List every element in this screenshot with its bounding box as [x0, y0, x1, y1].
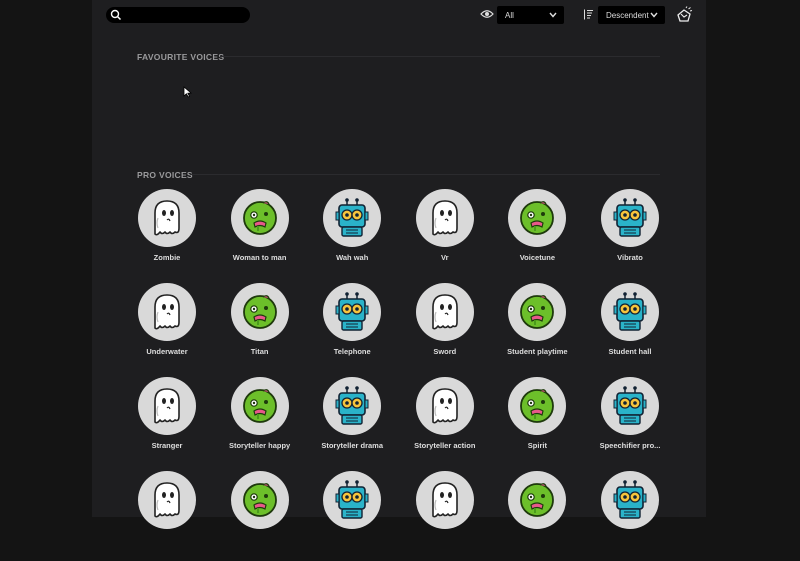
ghost-icon [145, 478, 189, 522]
zombie-icon [515, 478, 559, 522]
favourite-voices-title: FAVOURITE VOICES [137, 52, 225, 62]
voice-avatar-button[interactable] [323, 189, 382, 247]
voice-tile[interactable] [596, 471, 666, 561]
ghost-icon [145, 196, 189, 240]
robot-icon [608, 290, 652, 334]
ghost-icon [423, 290, 467, 334]
voice-tile[interactable]: Storyteller happy [226, 377, 296, 467]
voice-avatar-button[interactable] [230, 471, 289, 529]
voice-avatar-button[interactable] [138, 283, 196, 341]
voice-avatar-button[interactable] [415, 377, 474, 435]
voice-tile[interactable]: Voicetune [503, 189, 573, 279]
voice-avatar-button[interactable] [601, 377, 659, 435]
robot-icon [608, 478, 652, 522]
voice-tile[interactable] [503, 471, 573, 561]
ghost-icon [423, 478, 467, 522]
voice-tile[interactable] [133, 471, 203, 561]
section-divider [220, 56, 660, 57]
section-divider [190, 174, 660, 175]
robot-icon [330, 478, 374, 522]
voice-avatar-button[interactable] [230, 283, 289, 341]
mouse-cursor-icon [183, 86, 192, 98]
voice-tile[interactable] [411, 471, 481, 561]
search-input[interactable] [106, 7, 250, 23]
voice-tile[interactable]: Titan [226, 283, 296, 373]
voice-tile[interactable]: Stranger [133, 377, 203, 467]
zombie-icon [515, 290, 559, 334]
voice-tile[interactable]: Student hall [596, 283, 666, 373]
zombie-icon [238, 478, 282, 522]
sort-dropdown[interactable]: Descendent [598, 6, 665, 24]
voice-avatar-button[interactable] [415, 471, 474, 529]
voice-tile[interactable]: Storyteller drama [318, 377, 388, 467]
voice-tile[interactable]: Wah wah [318, 189, 388, 279]
filter-dropdown[interactable]: All [497, 6, 564, 24]
voice-avatar-button[interactable] [323, 471, 382, 529]
app-logo-icon[interactable] [675, 6, 693, 24]
voice-avatar-button[interactable] [323, 283, 382, 341]
chevron-down-icon [549, 12, 557, 18]
voice-tile[interactable]: Sword [411, 283, 481, 373]
voice-tile[interactable]: Storyteller action [411, 377, 481, 467]
robot-icon [608, 384, 652, 428]
top-bar: All Descendent [0, 0, 800, 32]
voice-name-label: Vibrato [617, 253, 643, 262]
voice-tile[interactable]: Vibrato [596, 189, 666, 279]
ghost-icon [145, 384, 189, 428]
voice-tile[interactable]: Underwater [133, 283, 203, 373]
voice-avatar-button[interactable] [508, 377, 567, 435]
chevron-down-icon [650, 12, 658, 18]
voice-avatar-button[interactable] [138, 377, 196, 435]
voice-avatar-button[interactable] [508, 471, 567, 529]
ghost-icon [423, 384, 467, 428]
search-icon [110, 9, 122, 21]
voice-avatar-button[interactable] [601, 471, 659, 529]
sort-dropdown-value: Descendent [606, 11, 649, 20]
pro-voices-title: PRO VOICES [137, 170, 193, 180]
voice-name-label: Student hall [608, 347, 652, 356]
zombie-icon [515, 384, 559, 428]
robot-icon [608, 196, 652, 240]
voice-name-label: Speechifier pro... [599, 441, 661, 450]
voice-tile[interactable]: Student playtime [503, 283, 573, 373]
zombie-icon [515, 196, 559, 240]
voice-avatar-button[interactable] [230, 189, 289, 247]
zombie-icon [238, 196, 282, 240]
robot-icon [330, 290, 374, 334]
voice-avatar-button[interactable] [415, 283, 474, 341]
zombie-icon [238, 290, 282, 334]
sort-icon[interactable] [583, 9, 594, 20]
ghost-icon [145, 290, 189, 334]
voice-tile[interactable]: Speechifier pro... [596, 377, 666, 467]
voice-tile[interactable] [226, 471, 296, 561]
voice-tile[interactable] [318, 471, 388, 561]
voice-tile[interactable]: Telephone [318, 283, 388, 373]
voice-avatar-button[interactable] [508, 283, 567, 341]
voice-avatar-button[interactable] [138, 189, 196, 247]
voice-tile[interactable]: Spirit [503, 377, 573, 467]
robot-icon [330, 384, 374, 428]
voice-avatar-button[interactable] [230, 377, 289, 435]
voice-tile[interactable]: Vr [411, 189, 481, 279]
ghost-icon [423, 196, 467, 240]
voice-avatar-button[interactable] [323, 377, 382, 435]
voice-avatar-button[interactable] [508, 189, 567, 247]
visibility-icon[interactable] [480, 8, 494, 20]
voice-avatar-button[interactable] [601, 283, 659, 341]
voice-avatar-button[interactable] [415, 189, 474, 247]
voice-tile[interactable]: Woman to man [226, 189, 296, 279]
voice-tile[interactable]: Zombie [133, 189, 203, 279]
zombie-icon [238, 384, 282, 428]
voice-avatar-button[interactable] [138, 471, 196, 529]
robot-icon [330, 196, 374, 240]
filter-dropdown-value: All [505, 11, 514, 20]
voice-avatar-button[interactable] [601, 189, 659, 247]
